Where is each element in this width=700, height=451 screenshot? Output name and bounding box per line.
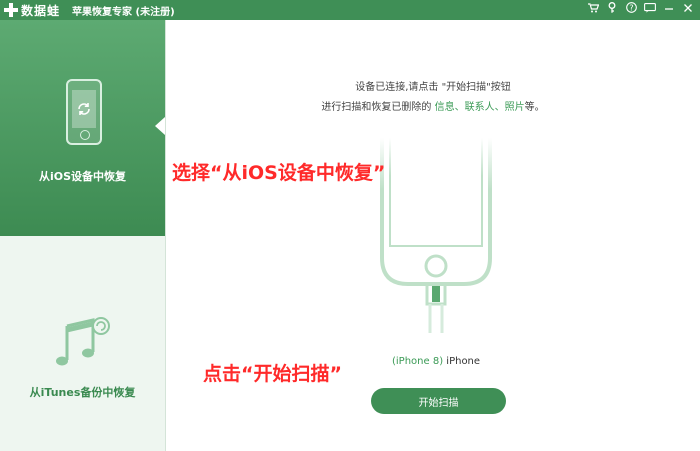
active-pointer	[155, 117, 165, 135]
iphone-illustration	[370, 138, 502, 342]
cart-icon[interactable]	[587, 2, 599, 16]
title-bar: 数据蛙 苹果恢复专家 (未注册) ?	[0, 0, 700, 20]
annotation-step-2: 点击“开始扫描”	[203, 363, 342, 385]
instruction-line-1: 设备已连接,请点击 "开始扫描"按钮	[355, 82, 511, 93]
sidebar-item-label: 从iTunes备份中恢复	[29, 386, 136, 399]
instruction-line-2: 进行扫描和恢复已删除的 信息、联系人、照片等。	[166, 98, 700, 113]
device-name: iPhone	[446, 356, 481, 367]
music-note-icon	[55, 316, 113, 376]
sidebar: 从iOS设备中恢复 从iTunes备份中恢复	[0, 20, 165, 451]
device-info: (iPhone 8) iPhone	[392, 356, 480, 367]
logo-text: 数据蛙	[21, 3, 61, 18]
window-controls: ?	[587, 2, 694, 16]
app-logo: 数据蛙	[4, 2, 60, 19]
start-scan-button[interactable]: 开始扫描	[371, 388, 506, 414]
logo-cross-icon	[4, 3, 18, 17]
key-icon[interactable]	[606, 2, 618, 16]
device-model: (iPhone 8)	[392, 356, 444, 367]
minimize-icon[interactable]	[663, 3, 675, 16]
svg-text:?: ?	[629, 3, 633, 12]
instruction-suffix: 等。	[524, 102, 545, 113]
help-icon[interactable]: ?	[625, 2, 637, 16]
annotation-step-1: 选择“从iOS设备中恢复”	[172, 162, 386, 184]
message-icon[interactable]	[644, 2, 656, 16]
sidebar-item-ios-device[interactable]: 从iOS设备中恢复	[0, 20, 165, 236]
phone-sync-icon	[66, 79, 102, 145]
instruction-items: 信息、联系人、照片	[434, 102, 525, 113]
app-title: 苹果恢复专家 (未注册)	[72, 6, 175, 18]
sidebar-item-itunes-backup[interactable]: 从iTunes备份中恢复	[0, 236, 165, 451]
close-icon[interactable]	[682, 3, 694, 16]
instruction-prefix: 进行扫描和恢复已删除的	[321, 102, 435, 113]
sidebar-item-label: 从iOS设备中恢复	[38, 170, 127, 183]
